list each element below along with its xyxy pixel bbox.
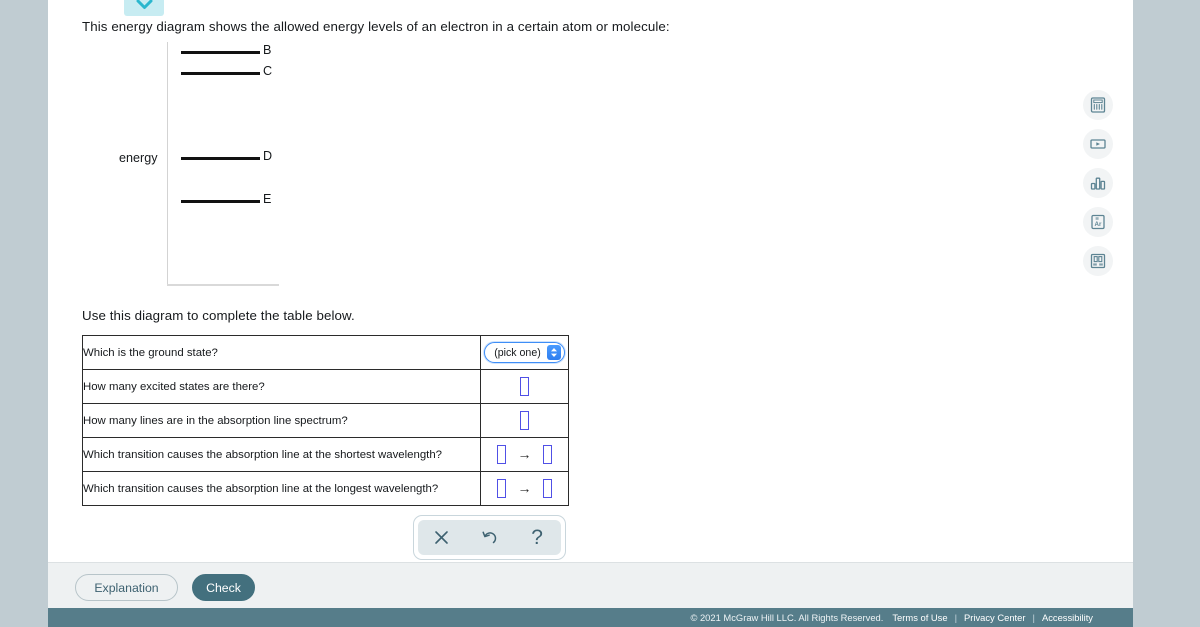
footer-separator: |: [1032, 612, 1035, 623]
clear-button[interactable]: [425, 523, 459, 553]
periodic-table-button[interactable]: [1083, 246, 1113, 276]
energy-level-label: C: [263, 64, 273, 78]
transition-arrow-icon: →: [517, 480, 532, 496]
terms-of-use-link[interactable]: Terms of Use: [892, 612, 947, 623]
table-row: Which transition causes the absorption l…: [82, 437, 569, 472]
video-player-icon: [1090, 136, 1106, 152]
footer-separator: |: [954, 612, 958, 623]
energy-level-line: [181, 72, 260, 75]
question-content-area: This energy diagram shows the allowed en…: [48, 0, 1133, 560]
exercise-page: This energy diagram shows the allowed en…: [48, 0, 1133, 627]
energy-axis-vertical: [167, 42, 168, 284]
question-table: Which is the ground state? (pick one) Ho…: [82, 335, 569, 506]
chevron-down-icon: [136, 0, 153, 10]
element-info-button[interactable]: Ar: [1083, 207, 1113, 237]
select-stepper-icon: [546, 345, 561, 360]
element-info-icon: Ar: [1090, 214, 1106, 230]
bar-chart-button[interactable]: [1083, 168, 1113, 198]
copyright-text: © 2021 McGraw Hill LLC. All Rights Reser…: [690, 612, 884, 623]
answer-cell: [480, 369, 569, 404]
select-value: (pick one): [494, 346, 541, 359]
question-cell: Which transition causes the absorption l…: [82, 471, 481, 506]
energy-level-label: D: [263, 149, 273, 163]
calculator-button[interactable]: [1083, 90, 1113, 120]
energy-level-label: B: [263, 43, 272, 57]
footer: © 2021 McGraw Hill LLC. All Rights Reser…: [48, 608, 1133, 627]
transition-from-blank[interactable]: [497, 445, 507, 464]
transition-to-blank[interactable]: [542, 445, 552, 464]
bar-chart-icon: [1090, 175, 1106, 191]
svg-text:Ar: Ar: [1095, 221, 1102, 228]
tool-rail: Ar: [1083, 90, 1119, 285]
energy-level-line: [181, 200, 260, 203]
collapse-panel-button[interactable]: [124, 0, 164, 16]
table-row: How many lines are in the absorption lin…: [82, 403, 569, 438]
transition-to-blank[interactable]: [542, 479, 552, 498]
calculator-icon: [1090, 97, 1106, 113]
energy-level-line: [181, 51, 260, 54]
energy-level-diagram: energy B C D E: [48, 38, 388, 293]
answer-blank[interactable]: [520, 411, 529, 430]
energy-axis-label: energy: [119, 151, 158, 165]
undo-button[interactable]: [472, 523, 506, 553]
question-prompt: This energy diagram shows the allowed en…: [82, 19, 670, 34]
action-bar: Explanation Check: [48, 562, 1133, 608]
energy-level-label: E: [263, 192, 272, 206]
periodic-table-icon: [1090, 253, 1106, 269]
accessibility-link[interactable]: Accessibility: [1042, 612, 1093, 623]
answer-blank[interactable]: [520, 377, 529, 396]
question-cell: Which transition causes the absorption l…: [82, 437, 481, 472]
answer-toolbar: ?: [413, 515, 566, 560]
close-icon: [434, 530, 449, 545]
transition-arrow-icon: →: [517, 446, 532, 462]
question-mark-icon: ?: [531, 526, 543, 549]
question-cell: Which is the ground state?: [82, 335, 481, 370]
table-row: How many excited states are there?: [82, 369, 569, 404]
energy-level-line: [181, 157, 260, 160]
transition-from-blank[interactable]: [497, 479, 507, 498]
answer-cell: →: [480, 471, 569, 506]
table-row: Which transition causes the absorption l…: [82, 471, 569, 506]
ground-state-select[interactable]: (pick one): [484, 342, 565, 363]
question-cell: How many excited states are there?: [82, 369, 481, 404]
answer-toolbar-inner: ?: [418, 520, 561, 555]
question-cell: How many lines are in the absorption lin…: [82, 403, 481, 438]
energy-axis-horizontal: [167, 284, 279, 286]
explanation-button[interactable]: Explanation: [75, 574, 178, 601]
table-row: Which is the ground state? (pick one): [82, 335, 569, 370]
video-player-button[interactable]: [1083, 129, 1113, 159]
check-button[interactable]: Check: [192, 574, 255, 601]
table-instruction: Use this diagram to complete the table b…: [82, 308, 355, 323]
answer-cell: →: [480, 437, 569, 472]
answer-cell: (pick one): [480, 335, 569, 370]
undo-icon: [481, 529, 498, 546]
privacy-center-link[interactable]: Privacy Center: [964, 612, 1025, 623]
help-button[interactable]: ?: [520, 523, 554, 553]
answer-cell: [480, 403, 569, 438]
